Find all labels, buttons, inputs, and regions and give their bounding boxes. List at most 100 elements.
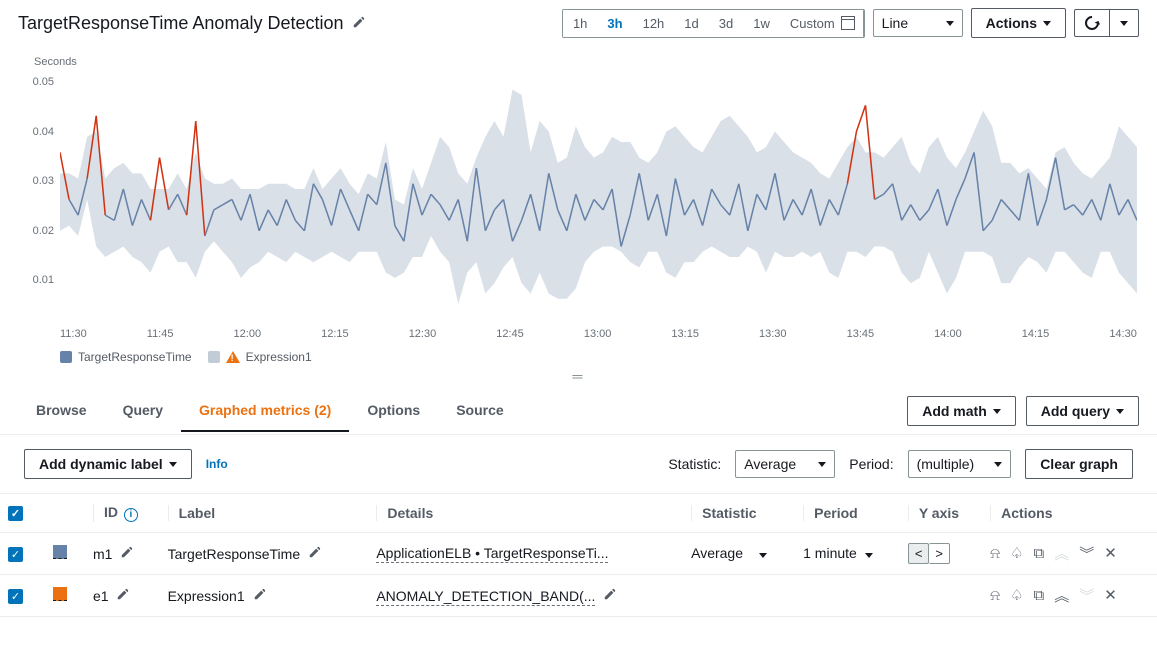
yaxis-right[interactable]: >: [929, 543, 950, 564]
th-period: Period: [795, 494, 900, 533]
chevron-down-icon: [1120, 21, 1128, 26]
legend-item-1[interactable]: TargetResponseTime: [60, 350, 192, 364]
time-1w[interactable]: 1w: [743, 10, 780, 37]
cell-label: TargetResponseTime: [160, 532, 369, 574]
tab-browse[interactable]: Browse: [18, 390, 105, 432]
bell-icon[interactable]: ♤: [1010, 544, 1023, 562]
move-up-icon: ︽: [1054, 543, 1069, 564]
row-actions: ⍾ ♤ ⧉ ︽ ︾ ✕: [990, 543, 1149, 564]
move-down-icon: ︾: [1079, 585, 1094, 606]
move-down-icon[interactable]: ︾: [1079, 543, 1094, 564]
tab-graphed[interactable]: Graphed metrics (2): [181, 390, 349, 432]
alarm-icon[interactable]: ⍾: [990, 545, 1000, 562]
cell-details: ANOMALY_DETECTION_BAND(...: [368, 574, 683, 616]
tab-options[interactable]: Options: [349, 390, 438, 432]
chart-type-select[interactable]: Line: [873, 9, 963, 37]
copy-icon[interactable]: ⧉: [1034, 545, 1045, 562]
cell-period[interactable]: 1 minute: [795, 532, 900, 574]
controls-row: Add dynamic label Info Statistic: Averag…: [0, 435, 1157, 493]
th-details: Details: [368, 494, 683, 533]
chart-legend: TargetResponseTime Expression1: [60, 350, 1137, 364]
actions-button[interactable]: Actions: [971, 8, 1066, 38]
info-icon[interactable]: i: [124, 508, 138, 522]
chevron-down-icon: [865, 553, 873, 558]
time-3h[interactable]: 3h: [597, 10, 632, 37]
refresh-icon: [1082, 13, 1102, 33]
th-yaxis: Y axis: [900, 494, 982, 533]
edit-label-icon[interactable]: [308, 547, 322, 562]
statistic-label: Statistic:: [668, 456, 721, 472]
calendar-icon: [841, 16, 855, 30]
remove-icon[interactable]: ✕: [1104, 586, 1117, 604]
chart-plot[interactable]: [60, 74, 1137, 304]
alarm-icon[interactable]: ⍾: [990, 587, 1000, 604]
legend-color-2: [208, 351, 220, 363]
edit-details-icon[interactable]: [603, 589, 617, 604]
chevron-down-icon: [169, 462, 177, 467]
time-range-selector: 1h 3h 12h 1d 3d 1w Custom: [562, 9, 865, 38]
y-axis-ticks: 0.05 0.04 0.03 0.02 0.01: [20, 74, 60, 304]
chevron-down-icon: [994, 462, 1002, 467]
move-up-icon[interactable]: ︽: [1054, 585, 1069, 606]
refresh-button[interactable]: [1074, 9, 1109, 37]
y-axis-label: Seconds: [34, 56, 1137, 68]
row-checkbox[interactable]: ✓: [8, 547, 23, 562]
statistic-select[interactable]: Average: [735, 450, 835, 478]
time-3d[interactable]: 3d: [709, 10, 743, 37]
edit-label-icon[interactable]: [253, 589, 267, 604]
remove-icon[interactable]: ✕: [1104, 544, 1117, 562]
add-query-button[interactable]: Add query: [1026, 396, 1139, 426]
select-all-checkbox[interactable]: ✓: [8, 506, 23, 521]
add-math-button[interactable]: Add math: [907, 396, 1016, 426]
color-swatch[interactable]: [53, 545, 67, 559]
th-statistic: Statistic: [683, 494, 795, 533]
cell-id: e1: [85, 574, 160, 616]
th-id: ID i: [85, 494, 160, 533]
row-checkbox[interactable]: ✓: [8, 589, 23, 604]
table-row: ✓ m1 TargetResponseTime ApplicationELB •…: [0, 532, 1157, 574]
cell-label: Expression1: [160, 574, 369, 616]
th-label: Label: [160, 494, 369, 533]
color-swatch[interactable]: [53, 587, 67, 601]
edit-title-icon[interactable]: [352, 13, 366, 34]
edit-id-icon[interactable]: [116, 589, 130, 604]
chevron-down-icon: [1116, 409, 1124, 414]
period-label: Period:: [849, 456, 893, 472]
clear-graph-button[interactable]: Clear graph: [1025, 449, 1133, 479]
title-text: TargetResponseTime Anomaly Detection: [18, 13, 344, 34]
chevron-down-icon: [1043, 21, 1051, 26]
cell-details: ApplicationELB • TargetResponseTi...: [368, 532, 683, 574]
row-actions: ⍾ ♤ ⧉ ︽ ︾ ✕: [990, 585, 1149, 606]
period-select[interactable]: (multiple): [908, 450, 1012, 478]
copy-icon[interactable]: ⧉: [1034, 587, 1045, 604]
legend-item-2[interactable]: Expression1: [208, 350, 312, 364]
tab-query[interactable]: Query: [105, 390, 181, 432]
bell-icon[interactable]: ♤: [1010, 586, 1023, 604]
th-checkbox: ✓: [0, 494, 45, 533]
table-row: ✓ e1 Expression1 ANOMALY_DETECTION_BAND(…: [0, 574, 1157, 616]
refresh-options-button[interactable]: [1109, 9, 1139, 37]
yaxis-left[interactable]: <: [908, 543, 930, 564]
chevron-down-icon: [818, 462, 826, 467]
chevron-down-icon: [993, 409, 1001, 414]
time-custom[interactable]: Custom: [780, 10, 864, 37]
time-1d[interactable]: 1d: [674, 10, 708, 37]
time-1h[interactable]: 1h: [563, 10, 597, 37]
edit-id-icon[interactable]: [120, 547, 134, 562]
cell-statistic[interactable]: Average: [683, 532, 795, 574]
cell-id: m1: [85, 532, 160, 574]
page-title: TargetResponseTime Anomaly Detection: [18, 13, 366, 34]
info-link[interactable]: Info: [206, 457, 228, 471]
add-dynamic-label-button[interactable]: Add dynamic label: [24, 449, 192, 479]
chevron-down-icon: [759, 553, 767, 558]
metrics-table: ✓ ID i Label Details Statistic Period Y …: [0, 493, 1157, 617]
chevron-down-icon: [946, 21, 954, 26]
time-12h[interactable]: 12h: [633, 10, 675, 37]
cell-yaxis: <>: [900, 532, 982, 574]
tab-bar: Browse Query Graphed metrics (2) Options…: [0, 388, 1157, 435]
tab-source[interactable]: Source: [438, 390, 521, 432]
th-actions: Actions: [982, 494, 1157, 533]
x-axis-ticks: 11:30 11:45 12:00 12:15 12:30 12:45 13:0…: [60, 328, 1137, 340]
chart-container: Seconds 0.05 0.04 0.03 0.02 0.01 11:30 1…: [0, 46, 1157, 364]
resize-handle[interactable]: ═: [0, 364, 1157, 388]
